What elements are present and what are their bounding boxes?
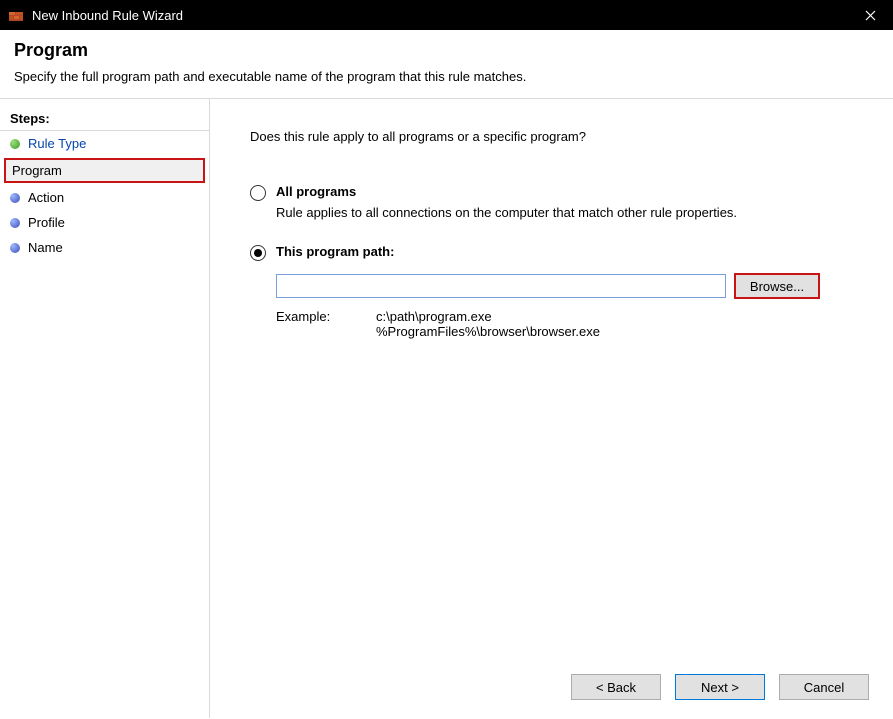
next-button[interactable]: Next >: [675, 674, 765, 700]
radio-icon[interactable]: [250, 185, 266, 201]
page-subtitle: Specify the full program path and execut…: [14, 69, 879, 84]
example-block: Example: c:\path\program.exe %ProgramFil…: [276, 309, 863, 339]
step-bullet-icon: [10, 243, 20, 253]
main-panel: Does this rule apply to all programs or …: [210, 99, 893, 718]
option-label: This program path:: [276, 244, 394, 259]
cancel-button[interactable]: Cancel: [779, 674, 869, 700]
step-label: Program: [12, 163, 62, 178]
step-profile[interactable]: Profile: [0, 210, 209, 235]
page-header: Program Specify the full program path an…: [0, 30, 893, 99]
step-bullet-icon: [10, 139, 20, 149]
window-title: New Inbound Rule Wizard: [32, 8, 183, 23]
step-program[interactable]: Program: [4, 158, 205, 183]
radio-icon[interactable]: [250, 245, 266, 261]
step-label: Name: [28, 240, 63, 255]
close-button[interactable]: [848, 0, 893, 30]
page-title: Program: [14, 40, 879, 61]
example-label: Example:: [276, 309, 346, 339]
firewall-icon: [8, 7, 24, 23]
question-text: Does this rule apply to all programs or …: [250, 129, 863, 144]
wizard-buttons: < Back Next > Cancel: [571, 674, 869, 700]
example-line-2: %ProgramFiles%\browser\browser.exe: [376, 324, 600, 339]
option-label: All programs: [276, 184, 356, 199]
browse-button[interactable]: Browse...: [734, 273, 820, 299]
step-label: Action: [28, 190, 64, 205]
step-bullet-icon: [10, 193, 20, 203]
option-this-program-path[interactable]: This program path:: [250, 244, 863, 261]
step-rule-type[interactable]: Rule Type: [0, 131, 209, 156]
step-bullet-icon: [10, 218, 20, 228]
steps-sidebar: Steps: Rule Type Program Action Profile …: [0, 99, 210, 718]
option-all-desc: Rule applies to all connections on the c…: [276, 205, 863, 220]
steps-heading: Steps:: [0, 107, 209, 131]
step-action[interactable]: Action: [0, 185, 209, 210]
titlebar: New Inbound Rule Wizard: [0, 0, 893, 30]
step-name[interactable]: Name: [0, 235, 209, 260]
step-label: Rule Type: [28, 136, 86, 151]
program-path-input[interactable]: [276, 274, 726, 298]
example-line-1: c:\path\program.exe: [376, 309, 600, 324]
option-all-programs[interactable]: All programs: [250, 184, 863, 201]
back-button[interactable]: < Back: [571, 674, 661, 700]
step-label: Profile: [28, 215, 65, 230]
